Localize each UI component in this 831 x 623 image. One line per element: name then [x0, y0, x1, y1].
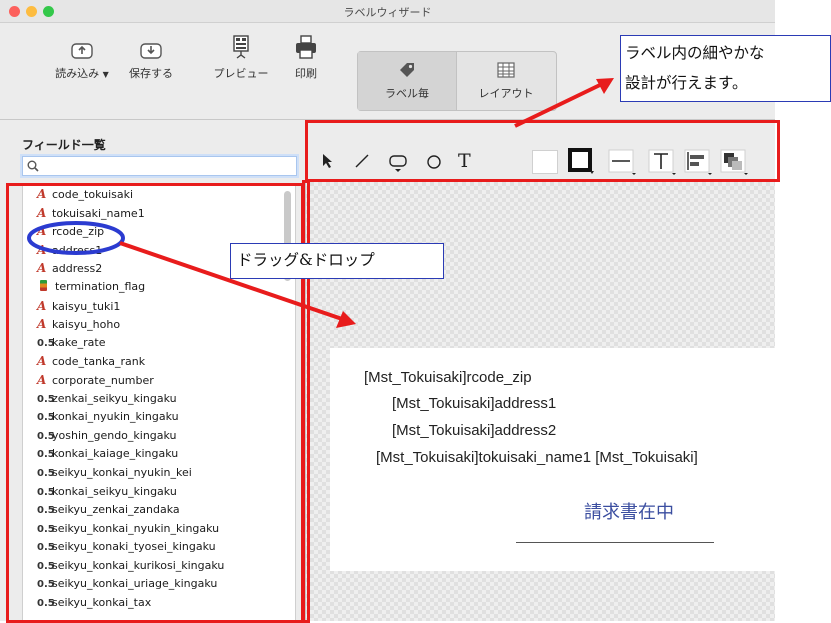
design-callout-line1: ラベル内の細やかな	[625, 44, 765, 62]
field-list-title: フィールド一覧	[22, 138, 106, 152]
printer-icon	[296, 35, 316, 59]
grid-layout-icon	[497, 62, 515, 78]
design-callout: ラベル内の細やかな 設計が行えます。	[620, 35, 831, 102]
print-label: 印刷	[295, 67, 317, 80]
label-paper[interactable]: [Mst_Tokuisaki]rcode_zip [Mst_Tokuisaki]…	[330, 348, 775, 571]
stamp-text[interactable]: 請求書在中	[584, 498, 674, 524]
chevron-down-icon: ▼	[102, 70, 109, 79]
per-label-tab[interactable]: ラベル毎	[358, 52, 457, 110]
load-button[interactable]: 読み込み ▼	[52, 33, 112, 81]
field-search-input[interactable]	[22, 156, 297, 176]
field-address2[interactable]: [Mst_Tokuisaki]address2	[392, 422, 556, 439]
load-icon	[71, 43, 93, 59]
search-icon	[27, 160, 39, 172]
per-label-label: ラベル毎	[385, 87, 429, 100]
drag-drop-callout: ドラッグ&ドロップ	[230, 243, 444, 279]
tag-icon	[400, 63, 414, 77]
title-bar: ラベルウィザード	[0, 0, 775, 23]
save-icon	[140, 43, 162, 59]
field-tokuisaki-name[interactable]: [Mst_Tokuisaki]tokuisaki_name1 [Mst_Toku…	[376, 449, 698, 466]
design-callout-line2: 設計が行えます。	[625, 74, 748, 92]
view-mode-segmented-control: ラベル毎 レイアウト	[357, 51, 557, 111]
toolbar-highlight-box	[305, 120, 780, 182]
save-button[interactable]: 保存する	[125, 33, 177, 81]
load-label: 読み込み	[55, 67, 100, 80]
field-rcode-zip[interactable]: [Mst_Tokuisaki]rcode_zip	[364, 369, 532, 386]
layout-label: レイアウト	[478, 87, 534, 100]
stamp-underline[interactable]	[516, 542, 714, 543]
print-button[interactable]: 印刷	[286, 27, 326, 81]
window-title: ラベルウィザード	[343, 6, 432, 19]
preview-icon	[233, 35, 249, 59]
preview-button[interactable]: プレビュー	[208, 27, 274, 81]
save-label: 保存する	[129, 67, 173, 80]
field-address1[interactable]: [Mst_Tokuisaki]address1	[392, 395, 556, 412]
layout-tab[interactable]: レイアウト	[457, 52, 555, 110]
preview-label: プレビュー	[213, 67, 269, 80]
label-editor: T [Mst_Tokuisaki]rcode_zip [Mst_Tokuisak…	[306, 120, 775, 621]
